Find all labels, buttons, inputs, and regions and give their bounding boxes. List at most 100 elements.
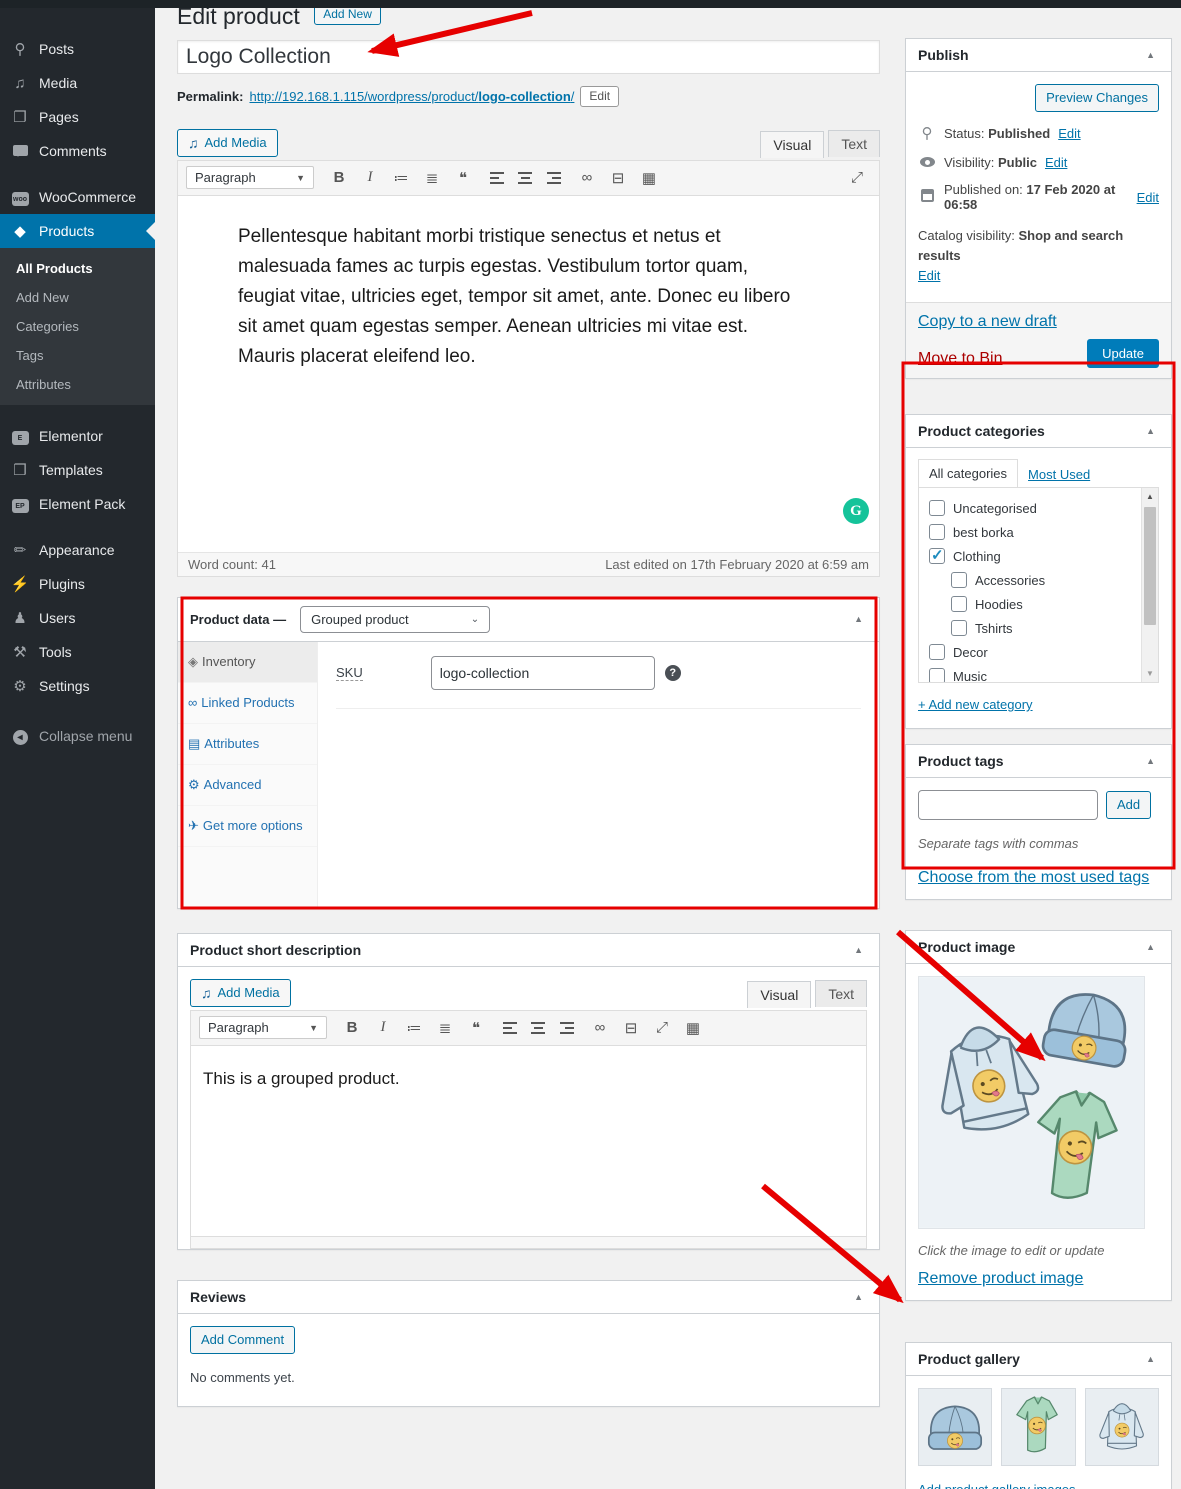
sd-insert-link-button[interactable]: ∞ [586, 1015, 614, 1041]
sd-bold-button[interactable]: B [338, 1015, 366, 1041]
sidebar-item-media[interactable]: ♫ Media [0, 66, 155, 100]
catalog-edit-link[interactable]: Edit [918, 268, 940, 283]
fullscreen-button[interactable]: ⤢ [843, 165, 871, 191]
tags-toggle[interactable]: ▲ [1142, 754, 1159, 768]
sidebar-item-products[interactable]: ◆ Products [0, 214, 155, 248]
bold-button[interactable]: B [325, 165, 353, 191]
help-icon[interactable]: ? [665, 665, 681, 681]
editor-content-area[interactable]: Pellentesque habitant morbi tristique se… [178, 196, 879, 552]
scroll-thumb[interactable] [1144, 507, 1156, 625]
align-left-button[interactable] [480, 165, 508, 191]
tab-inventory[interactable]: ◈Inventory [178, 642, 317, 683]
sidebar-item-pages[interactable]: ❐ Pages [0, 100, 155, 134]
sd-editor-content-area[interactable]: This is a grouped product. [191, 1046, 866, 1236]
checkbox[interactable] [929, 548, 945, 564]
product-data-toggle[interactable]: ▲ [850, 612, 867, 626]
sd-blockquote-button[interactable]: ❝ [462, 1015, 490, 1041]
sidebar-item-appearance[interactable]: ✏ Appearance [0, 533, 155, 567]
sd-numbered-list-button[interactable]: ≣ [431, 1015, 459, 1041]
tab-linked-products[interactable]: ∞Linked Products [178, 683, 317, 724]
scroll-up-arrow[interactable]: ▲ [1142, 488, 1158, 505]
sd-tab-visual[interactable]: Visual [747, 981, 811, 1008]
permalink-edit-button[interactable]: Edit [580, 86, 619, 107]
copy-to-draft-link[interactable]: Copy to a new draft [918, 313, 1057, 330]
align-right-button[interactable] [542, 165, 570, 191]
gallery-thumb-beanie[interactable] [918, 1388, 992, 1466]
tab-text[interactable]: Text [828, 130, 880, 157]
grammarly-icon[interactable]: G [843, 498, 869, 524]
sidebar-item-templates[interactable]: ❒ Templates [0, 453, 155, 487]
submenu-all-products[interactable]: All Products [0, 254, 155, 283]
sd-italic-button[interactable]: I [369, 1015, 397, 1041]
checkbox[interactable] [929, 500, 945, 516]
short-description-toggle[interactable]: ▲ [850, 943, 867, 957]
align-center-button[interactable] [511, 165, 539, 191]
sd-add-media-button[interactable]: ♫ Add Media [190, 979, 291, 1007]
sd-bullet-list-button[interactable]: ≔ [400, 1015, 428, 1041]
sidebar-item-plugins[interactable]: ⚡ Plugins [0, 567, 155, 601]
checkbox[interactable] [929, 644, 945, 660]
update-button[interactable]: Update [1087, 339, 1159, 368]
blockquote-button[interactable]: ❝ [449, 165, 477, 191]
sd-paragraph-select[interactable]: Paragraph▼ [199, 1016, 327, 1039]
submenu-tags[interactable]: Tags [0, 341, 155, 370]
permalink-link[interactable]: http://192.168.1.115/wordpress/product/l… [249, 89, 574, 104]
bullet-list-button[interactable]: ≔ [387, 165, 415, 191]
checkbox[interactable] [929, 668, 945, 683]
sd-align-left-button[interactable] [493, 1015, 521, 1041]
add-tag-button[interactable]: Add [1106, 791, 1151, 819]
gallery-thumb-hoodie[interactable] [1085, 1388, 1159, 1466]
submenu-categories[interactable]: Categories [0, 312, 155, 341]
short-description-text[interactable]: This is a grouped product. [191, 1046, 866, 1236]
status-edit-link[interactable]: Edit [1058, 126, 1080, 141]
sidebar-item-comments[interactable]: Comments [0, 134, 155, 168]
categories-toggle[interactable]: ▲ [1142, 424, 1159, 438]
editor-resize-handle[interactable] [191, 1236, 866, 1248]
submenu-add-new[interactable]: Add New [0, 283, 155, 312]
sd-fullscreen-button[interactable]: ⤢ [648, 1015, 676, 1041]
preview-changes-button[interactable]: Preview Changes [1035, 84, 1159, 112]
sd-toolbar-toggle-button[interactable]: ▦ [679, 1015, 707, 1041]
sidebar-item-settings[interactable]: ⚙ Settings [0, 669, 155, 703]
choose-most-used-tags-link[interactable]: Choose from the most used tags [918, 869, 1149, 886]
checkbox[interactable] [951, 572, 967, 588]
sd-align-center-button[interactable] [524, 1015, 552, 1041]
tab-get-more-options[interactable]: ✈Get more options [178, 806, 317, 847]
sidebar-item-woocommerce[interactable]: woo WooCommerce [0, 180, 155, 214]
publish-toggle[interactable]: ▲ [1142, 48, 1159, 62]
tab-visual[interactable]: Visual [760, 131, 824, 158]
tag-input[interactable] [918, 790, 1098, 820]
move-to-bin-link[interactable]: Move to Bin [918, 350, 1002, 368]
submenu-attributes[interactable]: Attributes [0, 370, 155, 399]
sd-align-right-button[interactable] [555, 1015, 583, 1041]
published-edit-link[interactable]: Edit [1137, 190, 1159, 205]
product-image-toggle[interactable]: ▲ [1142, 940, 1159, 954]
read-more-button[interactable]: ⊟ [604, 165, 632, 191]
collapse-menu-button[interactable]: ◂ Collapse menu [0, 719, 155, 753]
sidebar-item-tools[interactable]: ⚒ Tools [0, 635, 155, 669]
product-type-select[interactable]: Grouped product⌄ [300, 606, 490, 633]
sd-tab-text[interactable]: Text [815, 980, 867, 1007]
scrollbar[interactable]: ▲ ▼ [1141, 488, 1158, 682]
checkbox[interactable] [951, 620, 967, 636]
sidebar-item-users[interactable]: ♟ Users [0, 601, 155, 635]
checkbox[interactable] [929, 524, 945, 540]
remove-product-image-link[interactable]: Remove product image [918, 1270, 1083, 1287]
scroll-down-arrow[interactable]: ▼ [1142, 665, 1158, 682]
product-image[interactable] [918, 976, 1145, 1229]
insert-link-button[interactable]: ∞ [573, 165, 601, 191]
toolbar-toggle-button[interactable]: ▦ [635, 165, 663, 191]
sd-read-more-button[interactable]: ⊟ [617, 1015, 645, 1041]
tab-attributes[interactable]: ▤Attributes [178, 724, 317, 765]
product-description-text[interactable]: Pellentesque habitant morbi tristique se… [178, 196, 879, 552]
italic-button[interactable]: I [356, 165, 384, 191]
sidebar-item-element-pack[interactable]: EP Element Pack [0, 487, 155, 521]
tab-advanced[interactable]: ⚙Advanced [178, 765, 317, 806]
tab-most-used[interactable]: Most Used [1018, 461, 1100, 488]
add-gallery-images-link[interactable]: Add product gallery images [918, 1482, 1076, 1489]
sidebar-item-elementor[interactable]: E Elementor [0, 419, 155, 453]
visibility-edit-link[interactable]: Edit [1045, 155, 1067, 170]
sku-input[interactable] [431, 656, 655, 690]
add-comment-button[interactable]: Add Comment [190, 1326, 295, 1354]
checkbox[interactable] [951, 596, 967, 612]
